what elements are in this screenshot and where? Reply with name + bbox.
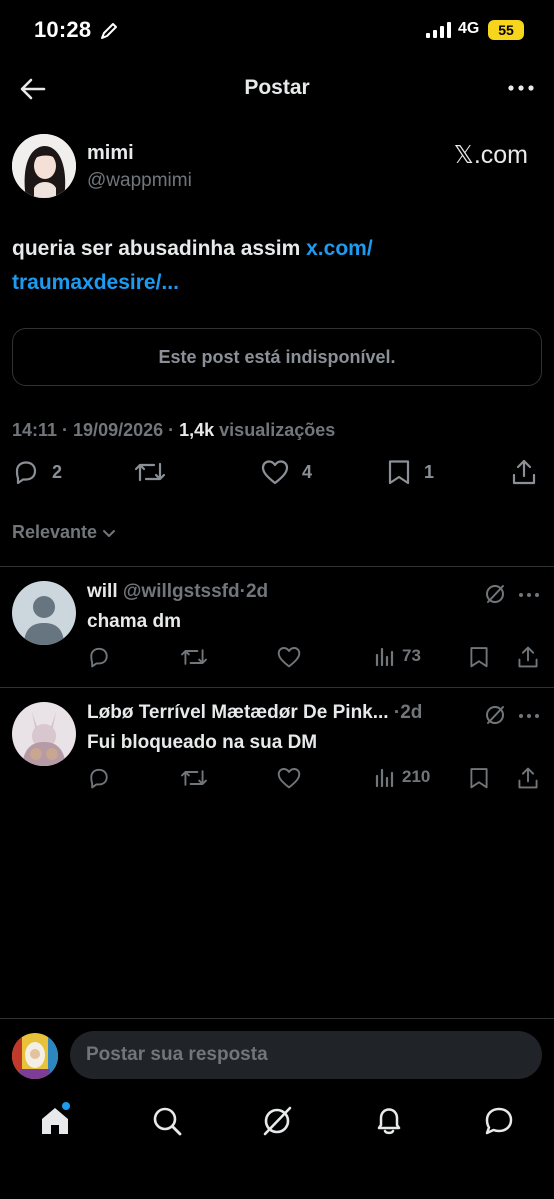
post-text: queria ser abusadinha assim x.com/trauma…	[12, 232, 532, 300]
sort-dropdown[interactable]: Relevante	[12, 522, 117, 543]
notification-dot	[62, 1102, 70, 1110]
more-options-icon[interactable]	[518, 712, 540, 720]
heart-icon	[261, 460, 289, 485]
bookmark-icon	[470, 647, 488, 668]
reply-button[interactable]	[87, 645, 111, 669]
reply-author-handle[interactable]: @willgstssfd	[123, 581, 240, 602]
reply-icon	[90, 647, 108, 668]
top-header: Postar	[0, 62, 554, 114]
reply-text: Fui bloqueado na sua DM	[87, 732, 318, 753]
reply-author-name[interactable]: will	[87, 581, 118, 602]
post-text-body: queria ser abusadinha assim	[12, 237, 307, 260]
views-label: visualizações	[214, 420, 336, 440]
views-button[interactable]: 73	[374, 645, 421, 667]
reply-actions: 210	[0, 766, 554, 792]
status-time: 10:28	[34, 17, 92, 42]
reply-avatar[interactable]	[12, 581, 76, 645]
grok-icon[interactable]	[484, 704, 506, 726]
reply-button[interactable]: 2	[12, 458, 62, 486]
reply-item[interactable]: will @willgstssfd·2d chama dm 73	[0, 567, 554, 687]
unavailable-post-card: Este post está indisponível.	[12, 328, 542, 386]
share-icon	[518, 767, 538, 789]
bookmark-icon	[470, 768, 488, 789]
bottom-nav	[0, 1090, 554, 1160]
chevron-down-icon	[103, 529, 116, 537]
my-avatar[interactable]	[12, 1033, 58, 1079]
grok-icon[interactable]	[260, 1104, 294, 1138]
analytics-icon	[375, 647, 394, 667]
views-count: 73	[402, 646, 421, 665]
reply-avatar[interactable]	[12, 702, 76, 766]
post-timestamp: 14:11 · 19/09/2026 ·	[12, 420, 180, 440]
share-icon	[512, 459, 536, 485]
bookmark-button[interactable]: 1	[386, 458, 434, 486]
like-button[interactable]	[276, 766, 302, 790]
reply-icon	[90, 768, 108, 789]
post-actions: 2 4 1	[0, 458, 554, 498]
bookmark-icon	[388, 460, 410, 485]
x-brand-label: 𝕏.com	[453, 141, 528, 169]
author-name[interactable]: mimi	[87, 142, 134, 165]
reply-icon	[15, 461, 37, 485]
reply-composer: Postar sua resposta	[0, 1018, 554, 1090]
reply-actions: 73	[0, 645, 554, 671]
reply-time: 2d	[245, 581, 269, 602]
author-handle[interactable]: @wappmimi	[87, 170, 192, 192]
bookmark-count: 1	[424, 461, 435, 482]
share-button[interactable]	[510, 458, 538, 486]
battery-indicator: 55	[488, 20, 524, 40]
like-count: 4	[302, 461, 313, 482]
reply-author-name[interactable]: Løbø Terrível Mætædør De Pink...	[87, 702, 389, 723]
messages-icon[interactable]	[482, 1104, 516, 1138]
share-button[interactable]	[516, 766, 540, 790]
reply-item[interactable]: Løbø Terrível Mætædør De Pink... ·2d Fui…	[0, 688, 554, 808]
views-count: 1,4k	[179, 420, 215, 440]
reply-button[interactable]	[87, 766, 111, 790]
bell-icon[interactable]	[372, 1104, 406, 1138]
share-icon	[518, 646, 538, 668]
like-button[interactable]: 4	[260, 458, 312, 486]
grok-icon[interactable]	[484, 583, 506, 605]
reply-count: 2	[52, 461, 63, 482]
post-link-cont[interactable]: traumaxdesire/...	[12, 271, 179, 294]
reply-time: 2d	[400, 702, 423, 723]
more-options-icon[interactable]	[518, 591, 540, 599]
more-options-icon[interactable]	[506, 76, 536, 100]
sort-label: Relevante	[12, 522, 98, 542]
author-avatar[interactable]	[12, 134, 76, 198]
analytics-icon	[375, 768, 394, 788]
reply-header: Løbø Terrível Mætædør De Pink... ·2d	[87, 702, 422, 724]
repost-button[interactable]	[180, 766, 208, 790]
views-count: 210	[402, 767, 431, 786]
page-title: Postar	[244, 76, 310, 99]
post-link[interactable]: x.com/	[306, 237, 373, 260]
repost-icon	[181, 649, 207, 665]
search-icon[interactable]	[150, 1104, 184, 1138]
pencil-icon	[101, 23, 117, 39]
heart-icon	[277, 647, 301, 668]
post-meta: 14:11 · 19/09/2026 · 1,4k visualizações	[12, 420, 335, 441]
signal-icon	[426, 22, 451, 38]
reply-input[interactable]: Postar sua resposta	[70, 1031, 542, 1079]
reply-header: will @willgstssfd·2d	[87, 581, 268, 603]
repost-icon	[181, 770, 207, 786]
repost-button[interactable]	[180, 645, 208, 669]
network-type: 4G	[458, 20, 480, 37]
bookmark-button[interactable]	[468, 766, 490, 790]
repost-button[interactable]	[134, 458, 166, 486]
repost-icon	[134, 462, 166, 482]
bookmark-button[interactable]	[468, 645, 490, 669]
reply-text: chama dm	[87, 611, 181, 632]
status-bar: 10:28 4G 55	[0, 0, 554, 62]
like-button[interactable]	[276, 645, 302, 669]
share-button[interactable]	[516, 645, 540, 669]
heart-icon	[277, 768, 301, 789]
views-button[interactable]: 210	[374, 766, 430, 788]
